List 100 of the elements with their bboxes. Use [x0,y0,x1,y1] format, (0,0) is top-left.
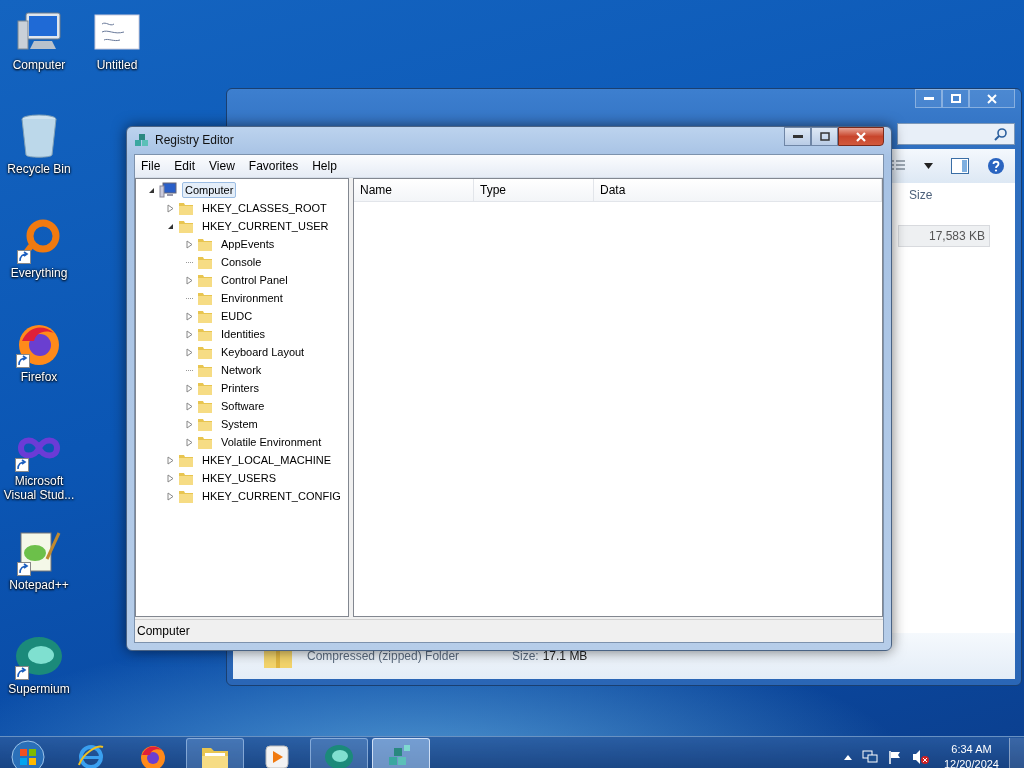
cubes-icon [134,132,150,148]
folder-icon [197,416,213,432]
close-button[interactable] [838,127,884,146]
folder-icon [197,326,213,342]
help-icon[interactable] [987,157,1005,175]
taskbar-button[interactable] [310,738,368,768]
search-field[interactable] [897,123,1015,145]
collapse-arrow-icon[interactable] [148,186,155,194]
show-desktop-button[interactable] [1009,738,1024,768]
tree-item[interactable]: Software [218,398,268,414]
column-header[interactable]: Type [474,179,594,201]
sphere-logo-icon [324,744,354,768]
column-header[interactable]: Size [909,188,933,202]
flag-icon[interactable] [887,750,902,764]
expand-arrow-icon[interactable] [186,437,193,447]
tree-item[interactable]: EUDC [218,308,256,324]
menu-item[interactable]: Edit [174,159,196,173]
tree-item[interactable]: Computer [182,182,237,198]
tree-item[interactable]: System [218,416,261,432]
menu-item[interactable]: File [141,159,161,173]
expand-arrow-icon[interactable] [167,491,174,501]
folder-icon [197,434,213,450]
close-icon [987,93,997,104]
tree-item[interactable]: Control Panel [218,272,291,288]
time-text: 6:34 AM [951,742,992,757]
file-size-cell[interactable]: 17,583 KB [898,225,990,247]
menu-item[interactable]: Favorites [248,159,299,173]
tree-item[interactable]: Console [218,254,265,270]
play-icon [264,744,290,768]
muted-speaker-icon[interactable] [911,749,930,765]
minimize-icon [792,134,803,139]
folder-icon [197,290,213,306]
desktop-icon-label[interactable]: Everything [1,266,77,280]
expand-arrow-icon[interactable] [186,401,193,411]
folder-icon [197,254,213,270]
size-value: 17.1 MB [542,649,588,663]
minimize-button[interactable] [784,127,811,146]
e-logo-icon [77,743,105,768]
maximize-button[interactable] [811,127,838,146]
collapse-arrow-icon[interactable] [167,222,174,230]
expand-arrow-icon[interactable] [186,239,193,249]
tree-item[interactable]: HKEY_USERS [199,470,279,486]
maximize-icon [819,132,830,141]
tree-item[interactable]: HKEY_CURRENT_CONFIG [199,488,344,504]
expand-arrow-icon[interactable] [186,383,193,393]
tree-item[interactable]: Volatile Environment [218,434,325,450]
tree-item[interactable]: Printers [218,380,262,396]
desktop-icon-label[interactable]: Recycle Bin [1,162,77,176]
preview-pane-icon[interactable] [951,158,969,174]
tree-item[interactable]: HKEY_LOCAL_MACHINE [199,452,334,468]
folder-icon [197,344,213,360]
trash-bin-icon[interactable] [19,112,59,160]
expand-arrow-icon[interactable] [186,419,193,429]
size-label: Size: [512,649,539,663]
expand-arrow-icon[interactable] [167,473,174,483]
dropdown-arrow-icon[interactable] [924,163,933,169]
desktop-icon-label[interactable]: Microsoft Visual Stud... [1,474,77,502]
desktop-icon-label[interactable]: Computer [1,58,77,72]
close-icon [856,131,866,142]
tree-item[interactable]: Keyboard Layout [218,344,308,360]
tree-item[interactable]: HKEY_CLASSES_ROOT [199,200,330,216]
file-type-text: Compressed (zipped) Folder [307,649,461,663]
expand-arrow-icon[interactable] [167,455,174,465]
date-text: 12/20/2024 [943,757,999,768]
expand-arrow-icon[interactable] [186,275,193,285]
maximize-icon [950,94,961,103]
show-hidden-icons-arrow-icon[interactable] [843,754,852,760]
clock[interactable]: 6:34 AM 12/20/2024 [943,742,999,768]
column-header[interactable]: Data [594,179,882,201]
folder-icon [178,488,194,504]
tree-item[interactable]: Environment [218,290,286,306]
folder-icon [197,236,213,252]
folder-icon [178,200,194,216]
expand-arrow-icon[interactable] [186,311,193,321]
expand-arrow-icon[interactable] [186,329,193,339]
expand-arrow-icon[interactable] [186,347,193,357]
column-header[interactable]: Name [354,179,474,201]
desktop-icon-label[interactable]: Supermium [1,682,77,696]
network-icon[interactable] [861,750,878,764]
folder-icon [197,308,213,324]
folder-icon [178,470,194,486]
menu-item[interactable]: View [209,159,235,173]
tree-item[interactable]: Identities [218,326,269,342]
folder-icon [178,218,194,234]
list-view-icon[interactable] [890,159,906,173]
folder-icon [197,362,213,378]
desktop-icon-label[interactable]: Firefox [1,370,77,384]
desktop-icon-label[interactable]: Untitled [79,58,155,72]
taskbar-button[interactable] [186,738,244,768]
window-title: Registry Editor [155,133,234,147]
tree-item[interactable]: HKEY_CURRENT_USER [199,218,332,234]
folder-icon [197,272,213,288]
menu-item[interactable]: Help [312,159,337,173]
tree-item[interactable]: AppEvents [218,236,278,252]
status-text: Computer [137,624,190,638]
tree-item[interactable]: Network [218,362,265,378]
fox-logo-icon [139,743,167,768]
expand-arrow-icon[interactable] [167,203,174,213]
desktop-icon-label[interactable]: Notepad++ [1,578,77,592]
folder-icon [197,398,213,414]
